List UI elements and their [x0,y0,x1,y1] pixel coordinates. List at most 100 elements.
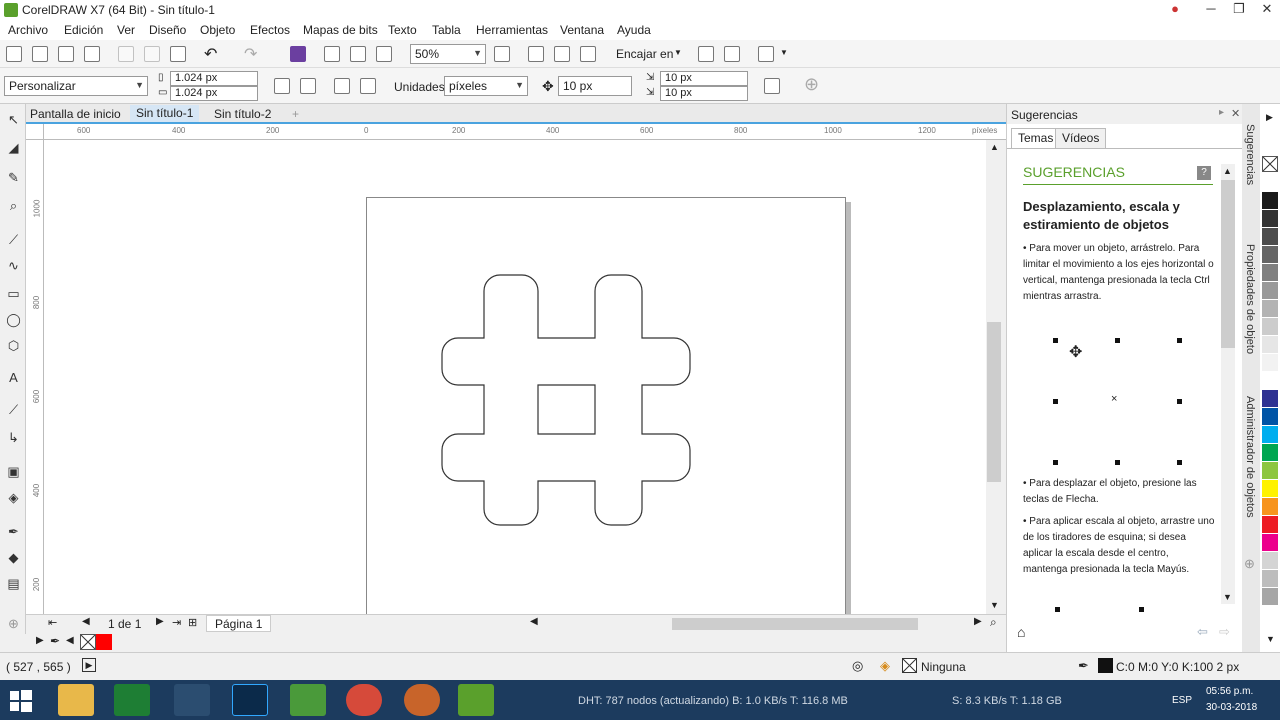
tab-sin-titulo-2[interactable]: Sin título-2 [214,107,271,121]
open-icon[interactable] [32,46,48,62]
crop-tool-icon[interactable]: ✎ [6,170,21,185]
connector-tool-icon[interactable]: ↳ [6,430,21,445]
file-explorer-icon[interactable] [58,684,94,716]
side-tab-propiedades[interactable]: Propiedades de objeto [1244,244,1256,354]
color-swatch[interactable] [1262,282,1278,299]
page-width-input[interactable]: 1.024 px [170,71,258,86]
artistic-media-icon[interactable]: ∿ [6,258,21,273]
docker-expand-icon[interactable]: ▸ [1219,107,1224,118]
color-swatch[interactable] [1262,552,1278,569]
units-select[interactable]: píxeles ▼ [444,76,528,96]
grid-icon[interactable] [554,46,570,62]
color-swatch[interactable] [1262,534,1278,551]
menu-efectos[interactable]: Efectos [250,23,290,37]
zoom-tool-icon[interactable]: ⌕ [6,198,21,213]
new-document-icon[interactable] [6,46,22,62]
windows-start-icon[interactable] [10,690,32,712]
color-swatch[interactable] [1262,210,1278,227]
color-swatch[interactable] [1262,264,1278,281]
drop-shadow-icon[interactable]: ▣ [6,464,21,479]
color-swatch[interactable] [1262,318,1278,335]
rectangle-tool-icon[interactable]: ▭ [6,286,21,301]
smart-fill-icon[interactable]: ▤ [6,576,21,591]
parallel-dimension-icon[interactable]: ⟋ [6,402,21,417]
palette-menu-icon[interactable]: ◀ [66,635,74,646]
docker-scrollbar[interactable]: ▲ ▼ [1221,164,1235,604]
menu-tabla[interactable]: Tabla [432,23,461,37]
eyedropper-icon[interactable]: ✒ [50,634,60,648]
menu-edicion[interactable]: Edición [64,23,103,37]
pick-tool-icon[interactable]: ↖ [6,112,21,127]
ellipse-tool-icon[interactable]: ◯ [6,312,21,327]
color-swatch[interactable] [1262,480,1278,497]
menu-objeto[interactable]: Objeto [200,23,235,37]
copy-icon[interactable] [144,46,160,62]
docker-close-icon[interactable]: ✕ [1231,107,1240,120]
color-swatch[interactable] [1262,336,1278,353]
drawing-window[interactable] [44,140,986,617]
no-color-swatch[interactable] [80,634,96,650]
color-swatch[interactable] [1262,408,1278,425]
menu-ver[interactable]: Ver [117,23,135,37]
portrait-icon[interactable] [274,78,290,94]
palette-arrow-icon[interactable]: ▶ [36,635,44,646]
redo-icon[interactable]: ↷ [244,44,257,64]
scroll-down-icon[interactable]: ▼ [1223,592,1232,602]
no-fill-swatch[interactable] [1262,156,1278,172]
chrome-icon[interactable] [346,684,382,716]
undo-icon[interactable]: ↶ [204,44,217,64]
color-swatch[interactable] [1262,570,1278,587]
shape-tool-icon[interactable]: ◢ [6,140,21,155]
current-page-icon[interactable] [360,78,376,94]
print-icon[interactable] [84,46,100,62]
color-swatch[interactable] [1262,246,1278,263]
horizontal-ruler[interactable]: 600 400 200 0 200 400 600 800 1000 1200 … [44,124,1006,140]
color-swatch[interactable] [1262,462,1278,479]
back-icon[interactable]: ⇦ [1197,624,1208,640]
add-tool-icon[interactable]: ⊕ [6,616,21,631]
nudge-input[interactable]: 10 px [558,76,632,96]
add-icon[interactable]: ⊕ [804,74,819,95]
export-icon[interactable] [350,46,366,62]
freehand-tool-icon[interactable]: ⟋ [6,232,21,247]
prev-page-icon[interactable]: ◀ [82,616,90,627]
tab-pantalla-de-inicio[interactable]: Pantalla de inicio [30,107,121,121]
minimize-button[interactable]: ─ [1196,0,1226,20]
color-swatch[interactable] [1262,588,1278,605]
scroll-up-icon[interactable]: ▲ [990,142,999,152]
outline-pen-icon[interactable]: ✒ [1078,658,1089,674]
scroll-up-icon[interactable]: ▲ [1223,166,1232,176]
duplicate-y-input[interactable]: 10 px [660,86,748,101]
cut-icon[interactable] [118,46,134,62]
color-swatch[interactable] [1262,372,1278,389]
hash-shape[interactable] [436,270,696,530]
fill-none-swatch[interactable] [902,658,917,673]
vertical-scroll-thumb[interactable] [987,322,1001,482]
add-docker-icon[interactable]: ⊕ [1244,556,1255,572]
menu-ayuda[interactable]: Ayuda [617,23,651,37]
color-proof-icon[interactable]: ◎ [852,658,863,674]
maximize-button[interactable]: ❐ [1224,0,1254,20]
play-icon[interactable]: ▶ [82,658,96,672]
color-swatch[interactable] [1262,300,1278,317]
clock-date[interactable]: 30-03-2018 [1206,702,1257,713]
options-icon[interactable] [724,46,740,62]
utorrent-icon[interactable] [290,684,326,716]
zoom-select[interactable]: 50% ▼ [410,44,486,64]
home-icon[interactable]: ⌂ [1017,624,1025,640]
color-swatch[interactable] [1262,426,1278,443]
next-page-icon[interactable]: ▶ [156,616,164,627]
coreldraw-taskbar-icon[interactable] [458,684,494,716]
help-icon[interactable]: ? [1197,166,1211,180]
page-preset-select[interactable]: Personalizar ▼ [4,76,148,96]
menu-archivo[interactable]: Archivo [8,23,48,37]
color-swatch[interactable] [1262,444,1278,461]
zoom-navigator-icon[interactable]: ⌕ [990,615,997,630]
application-launcher-icon[interactable] [698,46,714,62]
text-tool-icon[interactable]: A [6,370,21,385]
scroll-right-icon[interactable]: ▶ [974,616,982,627]
tab-videos[interactable]: Vídeos [1055,128,1107,148]
horizontal-scroll-thumb[interactable] [672,618,918,630]
menu-herramientas[interactable]: Herramientas [476,23,548,37]
menu-ventana[interactable]: Ventana [560,23,604,37]
